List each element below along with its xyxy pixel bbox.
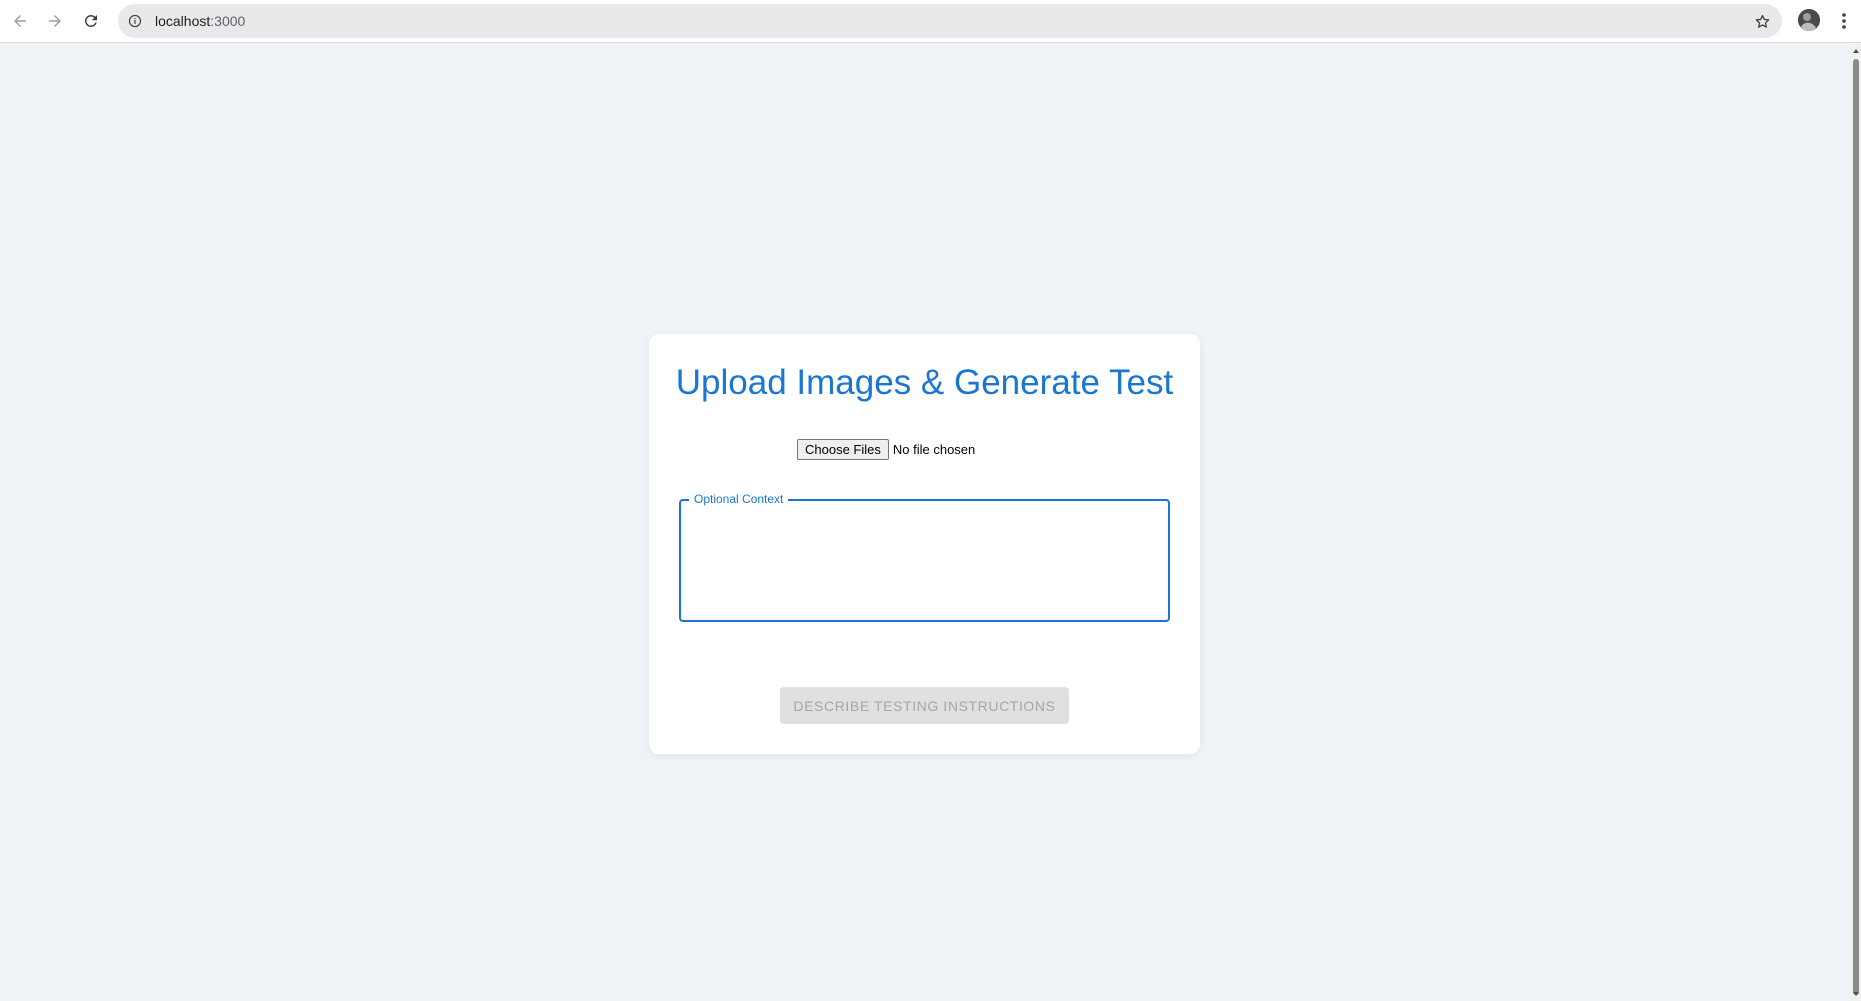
- upload-card: Upload Images & Generate Test Choose Fil…: [649, 334, 1200, 754]
- kebab-menu-icon: [1842, 13, 1846, 29]
- optional-context-field[interactable]: Optional Context: [679, 492, 1170, 622]
- browser-toolbar: localhost:3000: [0, 0, 1861, 43]
- scroll-down-icon[interactable]: [1852, 990, 1860, 998]
- page-scrollbar[interactable]: [1851, 44, 1861, 1001]
- back-button[interactable]: [7, 8, 33, 34]
- url-text[interactable]: localhost:3000: [155, 4, 245, 38]
- describe-testing-instructions-button[interactable]: DESCRIBE TESTING INSTRUCTIONS: [780, 687, 1069, 724]
- scrollbar-thumb[interactable]: [1853, 59, 1859, 995]
- arrow-left-icon: [14, 15, 26, 27]
- url-host: localhost: [155, 13, 211, 29]
- optional-context-textarea[interactable]: [691, 513, 1159, 609]
- info-icon: [128, 14, 142, 28]
- profile-avatar-icon: [1798, 9, 1820, 31]
- page-title: Upload Images & Generate Test: [675, 363, 1174, 402]
- browser-menu-button[interactable]: [1832, 9, 1856, 33]
- reload-icon: [84, 14, 97, 27]
- choose-files-button[interactable]: Choose Files: [797, 438, 889, 460]
- url-port: :3000: [210, 13, 246, 29]
- site-info-button[interactable]: [126, 12, 144, 30]
- avatar[interactable]: [1798, 9, 1820, 31]
- bookmark-button[interactable]: [1752, 11, 1772, 31]
- star-icon: [1755, 14, 1769, 28]
- forward-button[interactable]: [42, 8, 68, 34]
- file-status-text: No file chosen: [892, 441, 976, 457]
- address-bar[interactable]: localhost:3000: [118, 4, 1782, 38]
- scroll-up-icon[interactable]: [1852, 47, 1860, 55]
- arrow-right-icon: [49, 15, 61, 27]
- optional-context-label: Optional Context: [689, 492, 789, 506]
- reload-button[interactable]: [78, 8, 104, 34]
- file-input[interactable]: Choose Files No file chosen: [797, 438, 975, 460]
